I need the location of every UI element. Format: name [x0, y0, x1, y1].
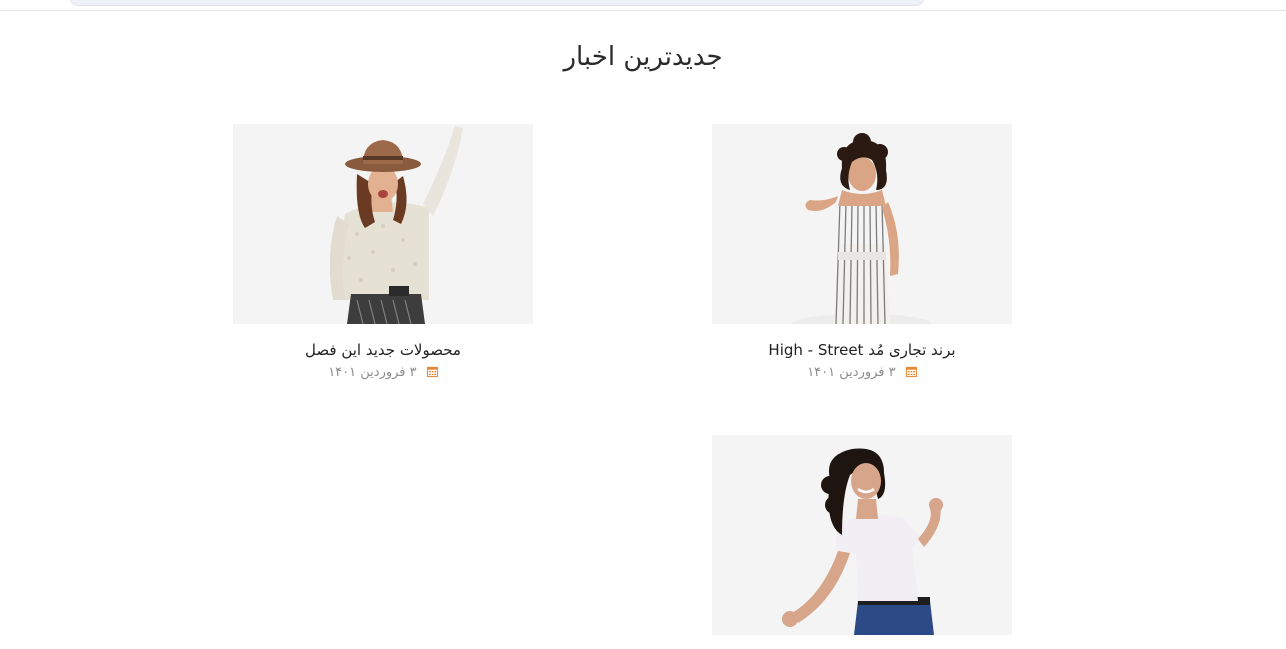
news-date-text: ۳ فروردین ۱۴۰۱	[328, 365, 417, 380]
news-card[interactable]	[712, 435, 1012, 635]
news-title[interactable]: برند تجاری مُد High - Street	[712, 341, 1012, 359]
calendar-icon	[426, 366, 438, 377]
news-card[interactable]: برند تجاری مُد High - Street ۳ فروردین ۱…	[712, 124, 1012, 380]
news-image[interactable]	[712, 435, 1012, 635]
woman-striped-jumpsuit-image	[712, 124, 1012, 324]
news-page: جدیدترین اخبار برند تجاری مُد High - Str…	[0, 0, 1286, 649]
woman-white-tshirt-image	[712, 435, 1012, 635]
calendar-icon	[905, 366, 917, 377]
search-bar-remnant[interactable]	[70, 0, 924, 6]
news-image[interactable]	[712, 124, 1012, 324]
news-date: ۳ فروردین ۱۴۰۱	[233, 365, 533, 380]
news-date: ۳ فروردین ۱۴۰۱	[712, 365, 1012, 380]
news-title[interactable]: محصولات جدید این فصل	[233, 341, 533, 359]
header-divider	[0, 10, 1286, 11]
news-date-text: ۳ فروردین ۱۴۰۱	[807, 365, 896, 380]
section-title: جدیدترین اخبار	[563, 42, 723, 72]
woman-with-hat-image	[233, 124, 533, 324]
news-card[interactable]: محصولات جدید این فصل ۳ فروردین ۱۴۰۱	[233, 124, 533, 380]
news-image[interactable]	[233, 124, 533, 324]
